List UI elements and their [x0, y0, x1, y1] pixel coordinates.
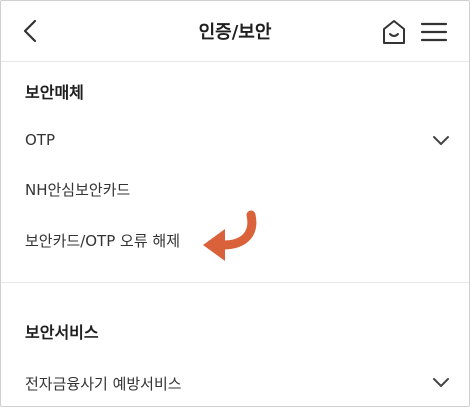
curved-arrow-pointer-icon — [203, 210, 257, 261]
home-icon — [383, 20, 405, 44]
list-item-label: 보안카드/OTP 오류 해제 — [25, 232, 181, 250]
menu-button[interactable] — [419, 17, 449, 47]
top-header: 인증/보안 — [1, 1, 469, 62]
chevron-down-icon — [433, 378, 449, 387]
section-title-security-media: 보안매체 — [25, 83, 84, 102]
hamburger-menu-icon — [420, 22, 448, 42]
section-title-security-services: 보안서비스 — [25, 323, 99, 342]
home-button[interactable] — [379, 17, 409, 47]
list-item-fraud-prevention[interactable]: 전자금융사기 예방서비스 — [1, 363, 469, 403]
list-item-otp[interactable]: OTP — [1, 121, 469, 161]
list-item-label: OTP — [25, 131, 56, 149]
app-frame: 인증/보안 보안매체 OTP NH안심보안카드 보안카드/OTP 오류 해제 보… — [0, 0, 470, 407]
list-item-label: 전자금융사기 예방서비스 — [25, 375, 182, 393]
section-divider — [1, 282, 469, 283]
list-item-nh-security-card[interactable]: NH안심보안카드 — [1, 169, 469, 209]
list-item-label: NH안심보안카드 — [25, 181, 131, 199]
chevron-down-icon — [433, 136, 449, 145]
